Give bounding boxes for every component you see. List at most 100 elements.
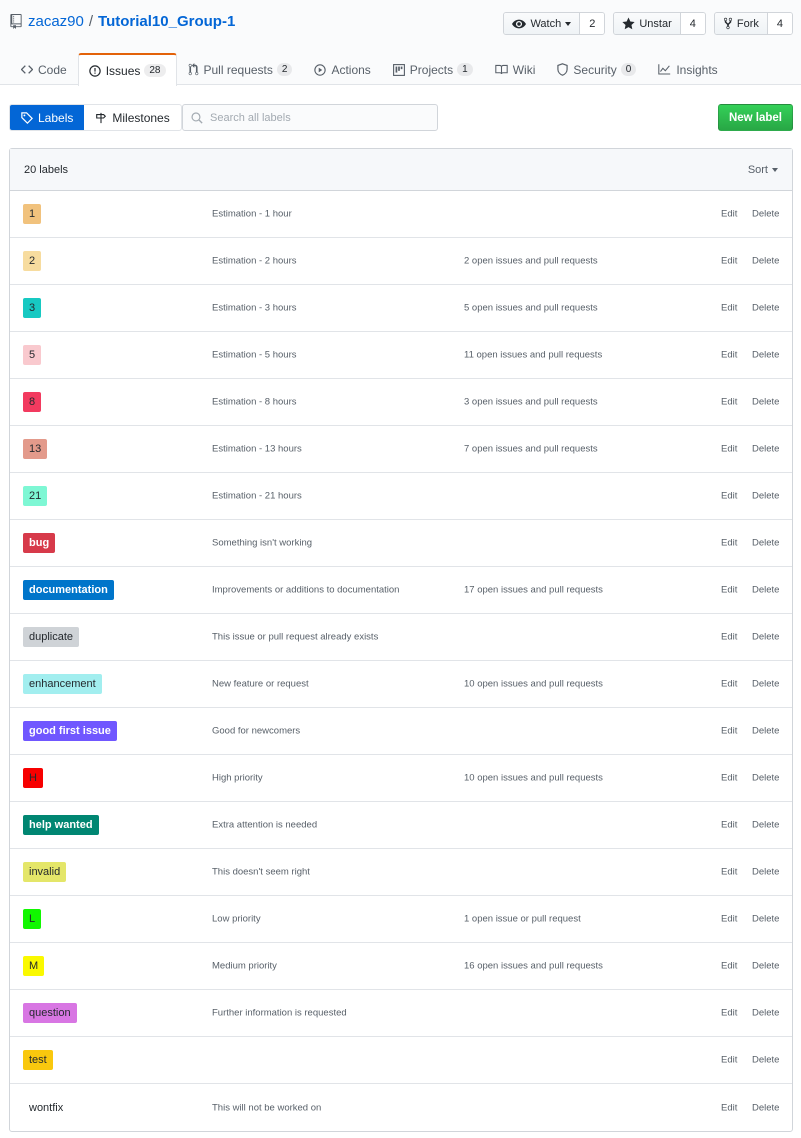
label-row: H High priority 10 open issues and pull re…: [10, 755, 792, 802]
delete-label-button[interactable]: Delete: [752, 303, 779, 314]
tab-actions[interactable]: Actions: [303, 53, 381, 85]
repo-owner-link[interactable]: zacaz90: [28, 13, 84, 30]
milestones-tab-label: Milestones: [112, 110, 170, 125]
tab-pull-requests[interactable]: Pull requests 2: [177, 53, 304, 85]
delete-label-button[interactable]: Delete: [752, 491, 779, 502]
edit-label-button[interactable]: Edit: [721, 303, 737, 314]
delete-label-button[interactable]: Delete: [752, 256, 779, 267]
label-open-issues-link[interactable]: 11 open issues and pull requests: [464, 350, 602, 361]
label-chip[interactable]: 5: [23, 345, 42, 365]
edit-label-button[interactable]: Edit: [721, 1102, 737, 1113]
delete-label-button[interactable]: Delete: [752, 726, 779, 737]
sort-dropdown[interactable]: Sort: [748, 164, 778, 176]
delete-label-button[interactable]: Delete: [752, 444, 779, 455]
search-input[interactable]: [210, 111, 430, 124]
edit-label-button[interactable]: Edit: [721, 726, 737, 737]
edit-label-button[interactable]: Edit: [721, 961, 737, 972]
delete-label-button[interactable]: Delete: [752, 961, 779, 972]
star-count[interactable]: 4: [680, 13, 705, 34]
fork-button[interactable]: Fork: [714, 13, 768, 34]
label-open-issues-link[interactable]: 1 open issue or pull request: [464, 914, 581, 925]
edit-label-button[interactable]: Edit: [721, 538, 737, 549]
label-chip[interactable]: L: [23, 909, 42, 929]
label-chip[interactable]: 2: [23, 251, 42, 271]
tab-wiki[interactable]: Wiki: [484, 53, 547, 85]
delete-label-button[interactable]: Delete: [752, 397, 779, 408]
milestones-tab[interactable]: Milestones: [84, 105, 180, 130]
label-chip[interactable]: bug: [23, 533, 56, 553]
label-chip[interactable]: 8: [23, 392, 42, 412]
tab-security[interactable]: Security 0: [546, 53, 647, 85]
edit-label-button[interactable]: Edit: [721, 209, 737, 220]
edit-label-button[interactable]: Edit: [721, 820, 737, 831]
edit-label-button[interactable]: Edit: [721, 444, 737, 455]
edit-label-button[interactable]: Edit: [721, 585, 737, 596]
label-chip[interactable]: duplicate: [23, 627, 80, 647]
edit-label-button[interactable]: Edit: [721, 397, 737, 408]
label-chip[interactable]: 21: [23, 486, 48, 506]
edit-label-button[interactable]: Edit: [721, 1008, 737, 1019]
edit-label-button[interactable]: Edit: [721, 256, 737, 267]
label-chip[interactable]: wontfix: [23, 1097, 70, 1118]
delete-label-button[interactable]: Delete: [752, 914, 779, 925]
edit-label-button[interactable]: Edit: [721, 632, 737, 643]
label-open-issues-link[interactable]: 10 open issues and pull requests: [464, 773, 603, 784]
edit-label-button[interactable]: Edit: [721, 1055, 737, 1066]
label-chip[interactable]: good first issue: [23, 721, 117, 741]
label-open-issues-link[interactable]: 3 open issues and pull requests: [464, 397, 598, 408]
delete-label-button[interactable]: Delete: [752, 585, 779, 596]
label-row: 8 Estimation - 8 hours 3 open issues and p…: [10, 379, 792, 426]
chevron-down-icon: [772, 167, 778, 172]
label-open-issues-link[interactable]: 2 open issues and pull requests: [464, 256, 598, 267]
edit-label-button[interactable]: Edit: [721, 350, 737, 361]
new-label-button[interactable]: New label: [717, 104, 793, 131]
tab-insights[interactable]: Insights: [647, 53, 728, 85]
edit-label-button[interactable]: Edit: [721, 867, 737, 878]
watch-button[interactable]: Watch: [504, 13, 581, 34]
label-chip[interactable]: enhancement: [23, 674, 102, 694]
tab-projects[interactable]: Projects 1: [382, 53, 484, 85]
delete-label-button[interactable]: Delete: [752, 1008, 779, 1019]
label-open-issues-link[interactable]: 17 open issues and pull requests: [464, 585, 603, 596]
fork-count[interactable]: 4: [767, 13, 792, 34]
edit-label-button[interactable]: Edit: [721, 679, 737, 690]
label-open-issues-link[interactable]: 7 open issues and pull requests: [464, 444, 598, 455]
edit-label-button[interactable]: Edit: [721, 491, 737, 502]
delete-label-button[interactable]: Delete: [752, 1102, 779, 1113]
label-open-issues-link[interactable]: 5 open issues and pull requests: [464, 303, 598, 314]
label-chip[interactable]: 1: [23, 204, 42, 224]
label-chip[interactable]: documentation: [23, 580, 114, 600]
unstar-button[interactable]: Unstar: [614, 13, 681, 34]
label-row: invalid This doesn't seem right Edit Delete: [10, 849, 792, 896]
delete-label-button[interactable]: Delete: [752, 820, 779, 831]
label-open-issues-link[interactable]: 16 open issues and pull requests: [464, 961, 603, 972]
label-chip[interactable]: invalid: [23, 862, 67, 882]
edit-label-button[interactable]: Edit: [721, 914, 737, 925]
labels-tab[interactable]: Labels: [10, 105, 85, 130]
label-open-issues-link[interactable]: 10 open issues and pull requests: [464, 679, 603, 690]
delete-label-button[interactable]: Delete: [752, 538, 779, 549]
label-chip[interactable]: M: [23, 956, 45, 976]
delete-label-button[interactable]: Delete: [752, 1055, 779, 1066]
label-chip[interactable]: help wanted: [23, 815, 99, 835]
label-row: wontfix This will not be worked on Edit Del…: [10, 1084, 792, 1131]
repo-icon: [10, 14, 22, 29]
repo-tabs: Code Issues 28 Pull requests 2 Actions P…: [10, 53, 729, 86]
tab-issues[interactable]: Issues 28: [77, 53, 177, 86]
delete-label-button[interactable]: Delete: [752, 209, 779, 220]
watch-count[interactable]: 2: [580, 13, 605, 34]
label-chip[interactable]: test: [23, 1050, 53, 1070]
delete-label-button[interactable]: Delete: [752, 632, 779, 643]
delete-label-button[interactable]: Delete: [752, 867, 779, 878]
label-chip[interactable]: 13: [23, 439, 48, 459]
label-row: good first issue Good for newcomers Edit De…: [10, 708, 792, 755]
tab-code[interactable]: Code: [10, 53, 78, 85]
label-chip[interactable]: question: [23, 1003, 77, 1023]
label-chip[interactable]: 3: [23, 298, 42, 318]
edit-label-button[interactable]: Edit: [721, 773, 737, 784]
delete-label-button[interactable]: Delete: [752, 350, 779, 361]
delete-label-button[interactable]: Delete: [752, 773, 779, 784]
repo-name-link[interactable]: Tutorial10_Group-1: [98, 13, 235, 30]
label-chip[interactable]: H: [23, 768, 43, 788]
delete-label-button[interactable]: Delete: [752, 679, 779, 690]
